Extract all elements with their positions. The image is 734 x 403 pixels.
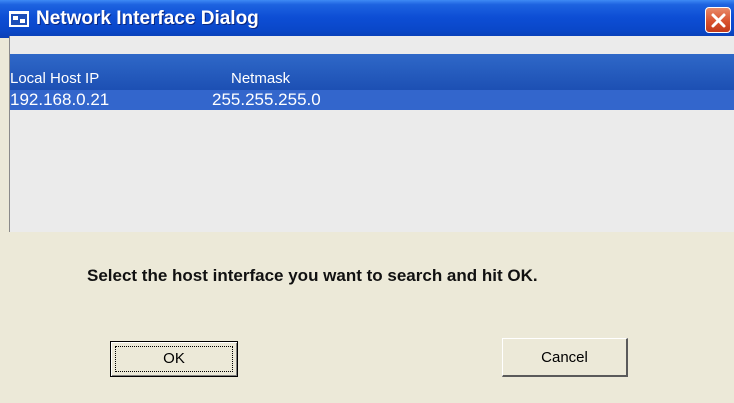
title-bar[interactable]: Network Interface Dialog [0,0,734,38]
column-header-local-host-ip[interactable]: Local Host IP [10,70,99,87]
ok-button-label: OK [163,350,185,367]
row-ip: 192.168.0.21 [10,90,110,109]
list-header: Local Host IP Netmask 192.168.0.21 255.2… [10,54,734,110]
list-row-selected[interactable]: 192.168.0.21 255.255.255.0 [10,90,734,110]
cancel-button[interactable]: Cancel [502,338,628,377]
window-title: Network Interface Dialog [36,8,259,29]
column-header-netmask[interactable]: Netmask [231,70,290,87]
network-dialog-icon [9,11,29,27]
close-button[interactable] [705,7,731,33]
network-interface-dialog: Network Interface Dialog Local Host IP N… [0,0,734,403]
interface-list[interactable]: Local Host IP Netmask 192.168.0.21 255.2… [9,36,734,232]
row-netmask: 255.255.255.0 [212,90,321,109]
instruction-text: Select the host interface you want to se… [87,266,538,285]
cancel-button-label: Cancel [541,349,588,366]
ok-button[interactable]: OK [110,341,238,377]
close-icon [711,13,726,28]
